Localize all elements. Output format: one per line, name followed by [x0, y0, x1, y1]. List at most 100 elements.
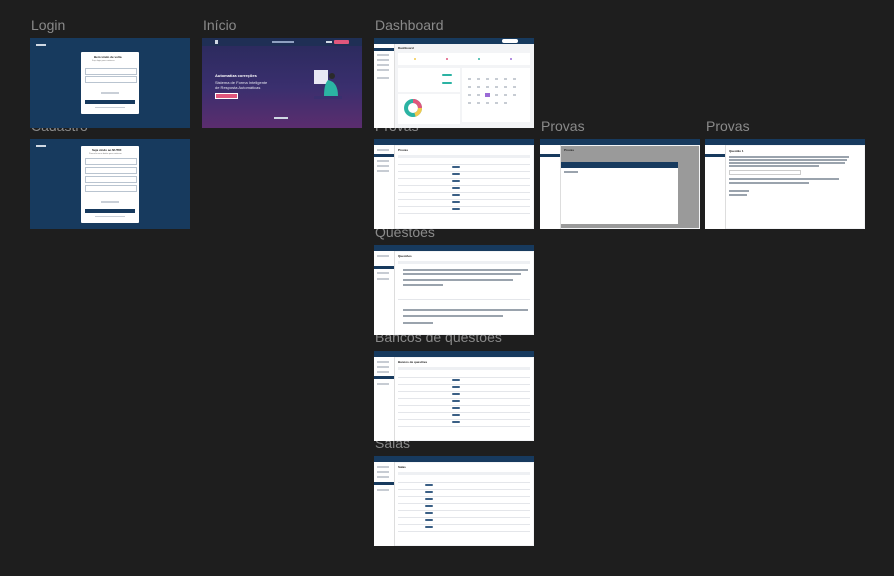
sidebar-item-questoes[interactable] [377, 371, 389, 373]
frame-label-provas-3[interactable]: Provas [706, 118, 750, 134]
salas-frame[interactable]: Salas [374, 456, 534, 546]
confirm-password-field[interactable] [85, 185, 137, 192]
signup-link[interactable] [95, 107, 125, 108]
table-row[interactable] [398, 531, 530, 532]
table-row[interactable] [398, 482, 530, 483]
sidebar-item-dashboard[interactable] [377, 149, 389, 151]
email-field[interactable] [85, 167, 137, 174]
modal-field[interactable] [564, 171, 578, 173]
sidebar-item-provas[interactable] [705, 154, 725, 157]
sidebar-item-dashboard[interactable] [377, 466, 389, 468]
frame-label-inicio[interactable]: Início [203, 17, 236, 33]
table-row[interactable] [398, 185, 530, 186]
sidebar-item-provas[interactable] [377, 471, 389, 473]
password-field[interactable] [85, 176, 137, 183]
table-row[interactable] [398, 503, 530, 504]
table-row[interactable] [398, 377, 530, 378]
sidebar-item-provas[interactable] [377, 366, 389, 368]
email-field[interactable] [85, 68, 137, 75]
table-row[interactable] [398, 517, 530, 518]
table-row[interactable] [398, 199, 530, 200]
dashboard-frame[interactable]: Dashboard [374, 38, 534, 128]
provas-modal-frame[interactable]: Provas [540, 139, 700, 229]
status-badge [452, 166, 460, 168]
option-line[interactable] [729, 194, 747, 196]
sidebar-item-questoes[interactable] [377, 59, 389, 61]
login-link[interactable] [326, 41, 332, 43]
table-row[interactable] [398, 510, 530, 511]
sidebar-item-provas[interactable] [540, 154, 560, 157]
login-button[interactable] [85, 100, 135, 104]
sidebar-item-dashboard[interactable] [377, 361, 389, 363]
sidebar-item-provas[interactable] [374, 154, 394, 157]
login-link[interactable] [95, 216, 125, 217]
login-frame[interactable]: Bem vindo de volta Faça login para conti… [30, 38, 190, 128]
scroll-hint[interactable] [274, 117, 288, 119]
sidebar-item-dashboard[interactable] [374, 48, 394, 51]
sidebar-item-salas[interactable] [377, 383, 389, 385]
sidebar-item-config[interactable] [377, 77, 389, 79]
sidebar [374, 357, 395, 441]
table-row[interactable] [398, 412, 530, 413]
create-test-modal[interactable] [561, 162, 678, 224]
page-title: Salas [398, 465, 406, 469]
sidebar-item-salas[interactable] [377, 69, 389, 71]
name-field[interactable] [85, 158, 137, 165]
table-row[interactable] [398, 419, 530, 420]
signup-button[interactable] [334, 40, 349, 44]
sidebar-item-questoes[interactable] [374, 266, 394, 269]
sidebar-item-dashboard[interactable] [377, 255, 389, 257]
table-row[interactable] [398, 524, 530, 525]
sidebar-item-salas[interactable] [377, 170, 389, 172]
frame-label-login[interactable]: Login [31, 17, 65, 33]
logo [215, 40, 218, 44]
google-login-button[interactable] [101, 92, 119, 94]
sidebar-item-bancos[interactable] [374, 376, 394, 379]
option-line[interactable] [729, 190, 749, 192]
inicio-frame[interactable]: Automatiza correções Sistema de Forma In… [202, 38, 362, 128]
questoes-frame[interactable]: Questões [374, 245, 534, 335]
sidebar-item-bancos[interactable] [377, 64, 389, 66]
sidebar-item-questoes[interactable] [377, 160, 389, 162]
hero-subline-2: de Resposta Automáticas [215, 85, 261, 90]
provas-list-frame[interactable]: Provas [374, 139, 534, 229]
cadastro-frame[interactable]: Seja vindo ao NUTRI Preencha seus dados … [30, 139, 190, 229]
table-row[interactable] [398, 192, 530, 193]
table-row[interactable] [398, 213, 530, 214]
table-row[interactable] [398, 391, 530, 392]
bancos-frame[interactable]: Bancos de questões [374, 351, 534, 441]
table-row[interactable] [398, 489, 530, 490]
sidebar-item-bancos[interactable] [377, 165, 389, 167]
sidebar-item-bancos[interactable] [377, 272, 389, 274]
google-signup-button[interactable] [101, 201, 119, 203]
frame-label-dashboard[interactable]: Dashboard [375, 17, 444, 33]
filter-bar[interactable] [398, 367, 530, 370]
sidebar-item-bancos[interactable] [377, 489, 389, 491]
table-row[interactable] [398, 384, 530, 385]
cta-button[interactable] [215, 93, 238, 99]
user-menu[interactable] [502, 39, 518, 43]
sidebar-item-salas[interactable] [377, 278, 389, 280]
frame-label-provas-2[interactable]: Provas [541, 118, 585, 134]
sidebar-item-questoes[interactable] [377, 476, 389, 478]
signup-button[interactable] [85, 209, 135, 213]
sidebar-item-provas[interactable] [377, 54, 389, 56]
table-row[interactable] [398, 405, 530, 406]
nav-links[interactable] [272, 41, 294, 43]
table-row[interactable] [398, 426, 530, 427]
question-text-line [729, 156, 849, 158]
table-row[interactable] [398, 206, 530, 207]
filter-bar[interactable] [398, 155, 530, 158]
table-row[interactable] [398, 496, 530, 497]
table-row[interactable] [398, 178, 530, 179]
filter-bar[interactable] [398, 472, 530, 475]
provas-detail-frame[interactable]: Questão 1 [705, 139, 865, 229]
table-row[interactable] [398, 171, 530, 172]
filter-bar[interactable] [398, 261, 530, 264]
password-field[interactable] [85, 76, 137, 83]
table-row[interactable] [398, 398, 530, 399]
question-title: Questão 1 [729, 149, 744, 153]
table-row[interactable] [398, 164, 530, 165]
answer-toolbar[interactable] [729, 170, 801, 175]
sidebar-item-salas[interactable] [374, 482, 394, 485]
